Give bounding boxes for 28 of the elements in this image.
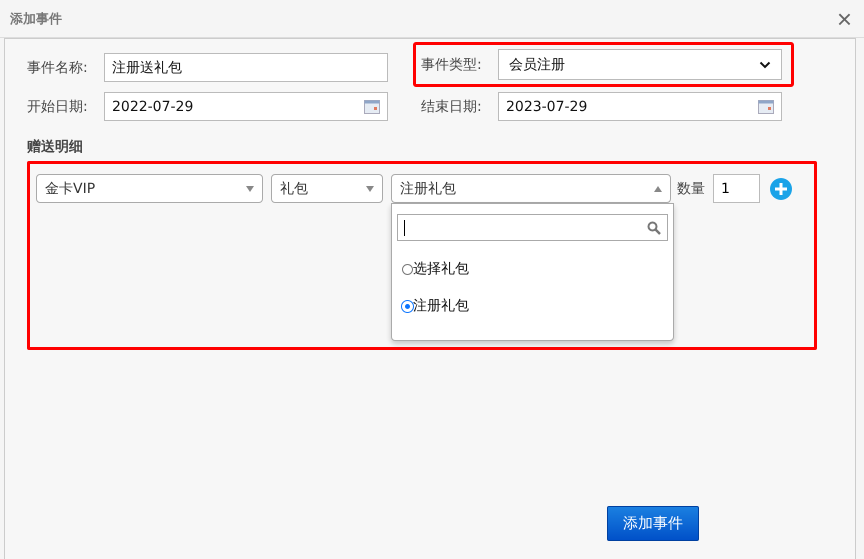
date-field[interactable]: 2022-07-29 (104, 92, 388, 121)
field-label: 结束日期: (421, 98, 483, 116)
section-heading: 赠送明细 (27, 138, 84, 156)
chevron-down-icon (759, 60, 771, 68)
calendar-icon (758, 100, 774, 114)
select-field[interactable]: 会员注册 (498, 49, 782, 80)
quantity-field[interactable]: 1 (713, 174, 760, 203)
input-field[interactable]: 注册送礼包 (104, 53, 388, 82)
option-label: 选择礼包 (413, 260, 469, 278)
calendar-icon (364, 100, 380, 114)
search-icon (647, 220, 661, 234)
field-label: 事件名称: (27, 58, 89, 76)
close-button[interactable]: × (832, 6, 856, 32)
radio-option[interactable]: 注册礼包 (402, 297, 668, 315)
select-field[interactable]: 礼包 (271, 174, 383, 203)
option-label: 注册礼包 (413, 297, 469, 315)
select-field[interactable]: 金卡VIP (36, 174, 263, 203)
field-label: 事件类型: (421, 56, 483, 74)
add-event-button[interactable]: 添加事件 (607, 506, 699, 541)
select-field[interactable]: 注册礼包 (391, 174, 671, 203)
radio-button[interactable] (402, 264, 413, 274)
quantity-label: 数量 (677, 180, 705, 198)
window-title: 添加事件 (10, 10, 62, 28)
field-label: 开始日期: (27, 98, 89, 116)
date-field[interactable]: 2023-07-29 (498, 92, 782, 121)
add-icon[interactable] (770, 178, 792, 200)
radio-option[interactable]: 选择礼包 (402, 260, 668, 278)
search-field[interactable] (397, 214, 668, 241)
